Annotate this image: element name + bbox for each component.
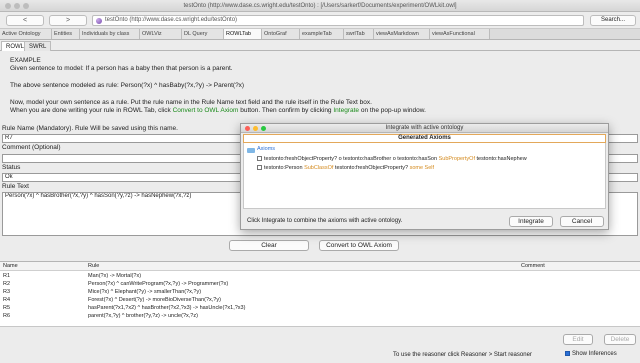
axiom-item[interactable]: testonto:Person SubClassOf testonto:fres… <box>257 165 434 171</box>
dialog-title: Integrate with active ontology <box>385 125 464 131</box>
table-header: Name Rule Comment <box>0 262 640 271</box>
integrate-keyword: Integrate <box>333 107 360 114</box>
reasoner-hint: To use the reasoner click Reasoner > Sta… <box>393 352 532 358</box>
show-inferences-toggle[interactable]: Show Inferences <box>565 351 617 357</box>
ontology-url-bar[interactable]: testOnto (http://www.dase.cs.wright.edu/… <box>92 15 584 26</box>
tab-ontograf[interactable]: OntoGraf <box>262 29 300 39</box>
column-header-rule[interactable]: Rule <box>88 262 99 271</box>
folder-icon <box>247 148 255 153</box>
example-sentence: Given sentence to model: If a person has… <box>10 65 233 72</box>
table-row[interactable]: R6 parent(?x,?y) ^ brother(?y,?z) -> unc… <box>0 312 640 320</box>
integrate-dialog: Integrate with active ontology Generated… <box>240 123 609 230</box>
tab-exampletab[interactable]: exampleTab <box>300 29 344 39</box>
sub-tab-bar: ROWL SWRL <box>0 40 640 51</box>
table-row[interactable]: R1 Man(?x) -> Mortal(?x) <box>0 272 640 280</box>
forward-button[interactable]: > <box>49 15 87 26</box>
ontology-url-text: testOnto (http://www.dase.cs.wright.edu/… <box>105 17 238 23</box>
convert-keyword: Convert to OWL Axiom <box>172 107 239 114</box>
clear-button[interactable]: Clear <box>229 240 309 251</box>
main-tab-bar: Active Ontology Entities Individuals by cl… <box>0 29 640 40</box>
navigation-toolbar: < > testOnto (http://www.dase.cs.wright.… <box>0 12 640 29</box>
window-titlebar: testOnto (http://www.dase.cs.wright.edu/… <box>0 0 640 12</box>
convert-to-owl-axiom-button[interactable]: Convert to OWL Axiom <box>319 240 399 251</box>
instruction-convert-line: When you are done writing your rule in R… <box>10 107 426 114</box>
comment-label: Comment (Optional) <box>2 144 61 151</box>
subtab-swrl[interactable]: SWRL <box>24 41 52 51</box>
delete-button[interactable]: Delete <box>604 334 636 345</box>
minimize-window-icon[interactable] <box>14 3 20 9</box>
table-row[interactable]: R4 Forest(?x) ^ Desert(?y) -> moreBioDiv… <box>0 296 640 304</box>
bottom-bar: Edit Delete To use the reasoner click Re… <box>0 326 640 363</box>
rule-name-label: Rule Name (Mandatory). Rule Will be save… <box>2 125 178 132</box>
dialog-footer-hint: Click Integrate to combine the axioms wi… <box>247 218 403 224</box>
dialog-minimize-icon[interactable] <box>253 126 258 131</box>
status-label: Status <box>2 164 21 171</box>
column-header-comment[interactable]: Comment <box>521 262 545 271</box>
ontology-icon <box>96 18 102 24</box>
tab-rowltab[interactable]: ROWLTab <box>224 29 262 39</box>
search-button[interactable]: Search... <box>590 15 636 26</box>
edit-button[interactable]: Edit <box>563 334 593 345</box>
tab-entities[interactable]: Entities <box>52 29 80 39</box>
table-row[interactable]: R5 hasParent(?x1,?x2) ^ hasBrother(?x2,?… <box>0 304 640 312</box>
axioms-root-node[interactable]: Axioms <box>257 146 275 152</box>
example-heading: EXAMPLE <box>10 57 41 64</box>
example-rule: The above sentence modeled as rule: Pers… <box>10 82 245 89</box>
close-window-icon[interactable] <box>5 3 11 9</box>
axiom-checkbox[interactable] <box>257 165 262 171</box>
dialog-titlebar: Integrate with active ontology <box>241 124 608 133</box>
tab-owlviz[interactable]: OWLViz <box>140 29 182 39</box>
tab-viewasmarkdown[interactable]: viewAsMarkdown <box>374 29 430 39</box>
tab-viewasfunctional[interactable]: viewAsFunctional <box>430 29 490 39</box>
axiom-checkbox[interactable] <box>257 156 262 162</box>
dialog-zoom-icon[interactable] <box>261 126 266 131</box>
zoom-window-icon[interactable] <box>23 3 29 9</box>
table-row[interactable]: R2 Person(?x) ^ canWriteProgram(?x,?y) -… <box>0 280 640 288</box>
tab-swrltab[interactable]: swrlTab <box>344 29 374 39</box>
window-title: testOnto (http://www.dase.cs.wright.edu/… <box>183 3 457 9</box>
back-button[interactable]: < <box>6 15 44 26</box>
tab-dl-query[interactable]: DL Query <box>182 29 224 39</box>
generated-axioms-header: Generated Axioms <box>243 134 606 143</box>
show-inferences-label: Show Inferences <box>572 351 617 358</box>
tab-active-ontology[interactable]: Active Ontology <box>0 29 52 39</box>
dialog-close-icon[interactable] <box>245 126 250 131</box>
tab-individuals-by-class[interactable]: Individuals by class <box>80 29 140 39</box>
axioms-tree: Axioms testonto:freshObjectProperty? o t… <box>243 143 606 209</box>
cancel-button[interactable]: Cancel <box>560 216 604 227</box>
column-header-name[interactable]: Name <box>3 262 18 271</box>
axiom-item[interactable]: testonto:freshObjectProperty? o testonto… <box>257 156 527 162</box>
rule-text-label: Rule Text <box>2 183 29 190</box>
table-row[interactable]: R3 Mice(?x) ^ Elephant(?y) -> smallerTha… <box>0 288 640 296</box>
show-inferences-checkbox[interactable] <box>565 351 570 356</box>
instruction-text: Now, model your own sentence as a rule. … <box>10 99 372 106</box>
integrate-button[interactable]: Integrate <box>509 216 553 227</box>
